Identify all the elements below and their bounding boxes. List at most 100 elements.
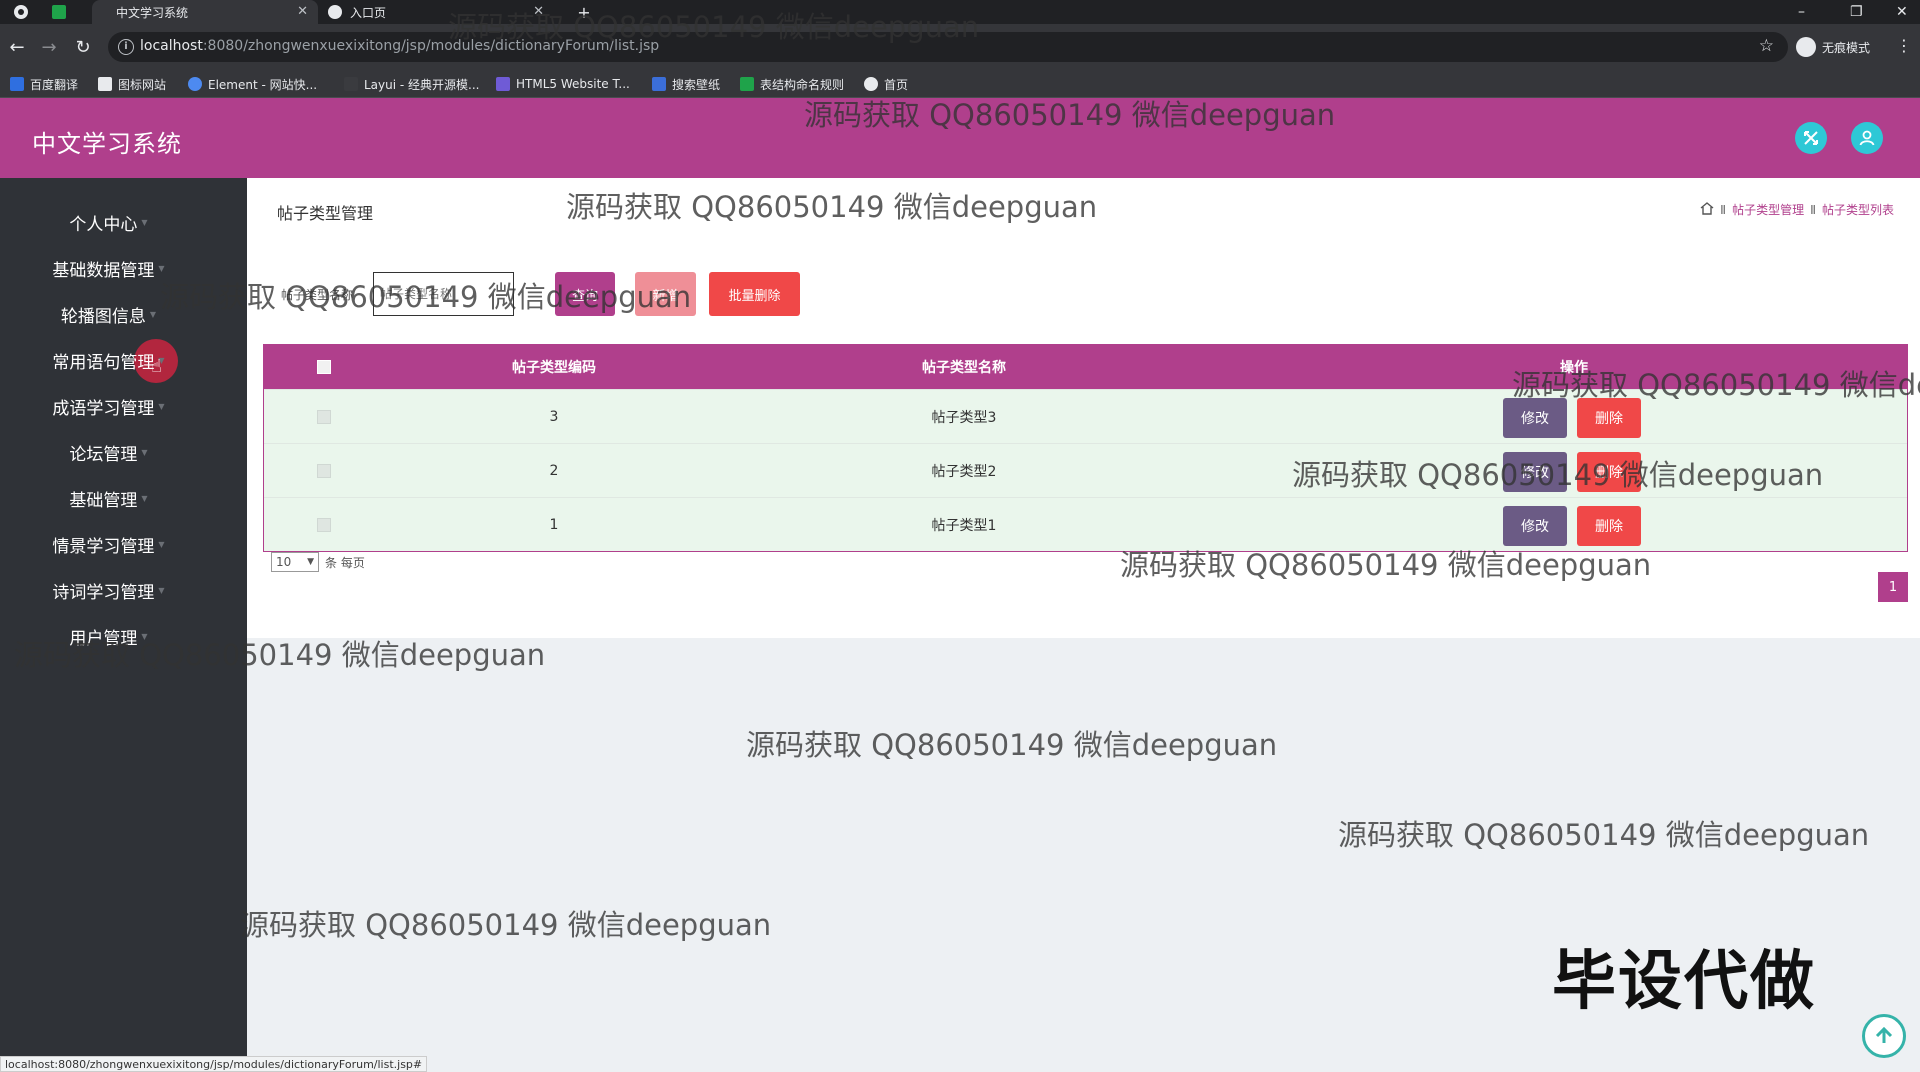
sidebar-item-carousel[interactable]: 轮播图信息 ▼ (0, 294, 217, 334)
table-header: 帖子类型编码 帖子类型名称 操作 (264, 345, 1907, 389)
sidebar-item-basic[interactable]: 基础管理 ▼ (0, 478, 217, 518)
type-name-cell: 帖子类型3 (931, 410, 997, 426)
pinned-tab-icon[interactable] (50, 3, 68, 21)
select-all-checkbox[interactable] (304, 345, 344, 389)
browser-menu-icon[interactable]: ⋮ (1896, 36, 1912, 55)
tab-title: 中文学习系统 (116, 5, 189, 20)
tab-close-icon[interactable]: ✕ (533, 4, 544, 19)
bookmark-star-icon[interactable]: ☆ (1759, 36, 1774, 56)
incognito-label: 无痕模式 (1822, 40, 1871, 55)
sidebar-item-poetry[interactable]: 诗词学习管理 ▼ (0, 570, 217, 610)
folder-icon (98, 77, 112, 91)
type-name-cell: 帖子类型2 (931, 464, 997, 480)
bookmark-item[interactable]: 表结构命名规则 (740, 75, 844, 93)
row-checkbox[interactable] (304, 444, 344, 498)
add-button[interactable]: 新增 (635, 272, 696, 316)
layui-icon (344, 77, 358, 91)
bookmark-item[interactable]: 首页 (864, 75, 908, 93)
type-code-cell: 3 (549, 409, 559, 425)
page-title: 帖子类型管理 (277, 204, 374, 223)
translate-icon (10, 77, 24, 91)
bookmarks-bar: 百度翻译 图标网站 Element - 网站快... Layui - 经典开源模… (0, 70, 1920, 98)
home-icon[interactable] (1700, 201, 1714, 218)
element-icon (188, 77, 202, 91)
bookmark-item[interactable]: 百度翻译 (10, 75, 78, 93)
sidebar-item-idioms[interactable]: 成语学习管理 ▼ (0, 386, 217, 426)
browser-tab-strip: 中文学习系统 ✕ 入口页 ✕ + – ❐ ✕ (0, 0, 1920, 24)
type-code-cell: 1 (549, 517, 559, 533)
html5-icon (496, 77, 510, 91)
sidebar: 个人中心 ▼ 基础数据管理 ▼ 轮播图信息 ▼ 常用语句管理 ▼ ☝ 成语学习管理 ▼ 论… (0, 178, 247, 1072)
per-page-label: 条 每页 (325, 555, 365, 570)
batch-delete-button[interactable]: 批量删除 (709, 272, 800, 316)
data-table: 帖子类型编码 帖子类型名称 操作 3 帖子类型3 修改 删除 2 帖子类型2 修… (263, 344, 1908, 552)
main-content: 帖子类型管理 Ⅱ 帖子类型管理 Ⅱ 帖子类型列表 帖子类型名称 查询 新增 批量… (247, 178, 1920, 638)
column-header: 帖子类型编码 (512, 360, 596, 376)
delete-button[interactable]: 删除 (1577, 398, 1641, 438)
tab-close-icon[interactable]: ✕ (297, 4, 308, 19)
column-header: 帖子类型名称 (922, 360, 1006, 376)
chevron-down-icon: ▼ (307, 557, 314, 567)
table-row: 2 帖子类型2 修改 删除 (264, 443, 1907, 497)
tab-inactive[interactable]: 入口页 ✕ (328, 0, 554, 24)
app-header: 中文学习系统 (0, 98, 1920, 178)
type-name-cell: 帖子类型1 (931, 518, 997, 534)
tab-favicon-icon (328, 5, 342, 19)
search-button[interactable]: 查询 (555, 272, 615, 316)
edit-button[interactable]: 修改 (1503, 398, 1567, 438)
bookmark-item[interactable]: 图标网站 (98, 75, 166, 93)
breadcrumb-item: 帖子类型列表 (1821, 203, 1894, 217)
page-size-select[interactable]: 10 ▼ (271, 552, 319, 572)
edit-button[interactable]: 修改 (1503, 506, 1567, 546)
omnibox[interactable]: i localhost:8080/zhongwenxuexixitong/jsp… (108, 32, 1788, 62)
tab-title: 入口页 (350, 5, 387, 20)
restore-icon[interactable]: ❐ (1850, 0, 1863, 24)
tab-active[interactable]: 中文学习系统 ✕ (92, 0, 318, 24)
back-icon[interactable]: ← (6, 36, 28, 58)
sidebar-item-scenario[interactable]: 情景学习管理 ▼ (0, 524, 217, 564)
table-row: 3 帖子类型3 修改 删除 (264, 389, 1907, 443)
breadcrumb-item[interactable]: 帖子类型管理 (1732, 201, 1804, 218)
bookmark-item[interactable]: Element - 网站快... (188, 75, 317, 93)
search-label: 帖子类型名称 (281, 287, 354, 302)
reload-icon[interactable]: ↻ (72, 36, 94, 58)
browser-logo-icon (12, 3, 30, 21)
sidebar-item-users[interactable]: 用户管理 ▼ (0, 616, 217, 656)
row-checkbox[interactable] (304, 390, 344, 444)
new-tab-button[interactable]: + (572, 0, 596, 24)
search-input[interactable] (373, 272, 514, 316)
fullscreen-toggle-icon[interactable] (1795, 122, 1827, 154)
page-number-button[interactable]: 1 (1878, 572, 1908, 602)
window-close-icon[interactable]: ✕ (1896, 0, 1908, 24)
page-size-control: 10 ▼ 条 每页 (271, 552, 365, 572)
minimize-icon[interactable]: – (1798, 0, 1805, 24)
sidebar-item-phrases[interactable]: 常用语句管理 ▼ (0, 340, 217, 380)
user-avatar-icon[interactable] (1851, 122, 1883, 154)
delete-button[interactable]: 删除 (1577, 506, 1641, 546)
globe-icon (864, 77, 878, 91)
breadcrumb: Ⅱ 帖子类型管理 Ⅱ 帖子类型列表 (1700, 201, 1894, 218)
sidebar-item-base-data[interactable]: 基础数据管理 ▼ (0, 248, 217, 288)
status-bar-url: localhost:8080/zhongwenxuexixitong/jsp/m… (0, 1056, 428, 1072)
column-header: 操作 (1560, 360, 1588, 376)
wallpaper-icon (652, 77, 666, 91)
hand-cursor-icon: ☝ (151, 356, 162, 377)
app-title: 中文学习系统 (32, 130, 182, 158)
sidebar-item-forum[interactable]: 论坛管理 ▼ (0, 432, 217, 472)
row-checkbox[interactable] (304, 498, 344, 552)
address-bar-row: ← → ↻ i localhost:8080/zhongwenxuexixito… (0, 24, 1920, 70)
bookmark-item[interactable]: HTML5 Website T... (496, 75, 630, 93)
promo-stamp: 毕设代做 (1552, 945, 1816, 1019)
site-info-icon[interactable]: i (118, 39, 134, 55)
incognito-indicator[interactable]: 无痕模式 (1796, 34, 1870, 60)
forward-icon[interactable]: → (38, 36, 60, 58)
scroll-to-top-icon[interactable] (1862, 1014, 1906, 1058)
table-row: 1 帖子类型1 修改 删除 (264, 497, 1907, 551)
url-text[interactable]: localhost:8080/zhongwenxuexixitong/jsp/m… (140, 38, 659, 54)
edit-button[interactable]: 修改 (1503, 452, 1567, 492)
sidebar-item-profile[interactable]: 个人中心 ▼ (0, 202, 217, 242)
bookmark-item[interactable]: Layui - 经典开源模... (344, 75, 479, 93)
bookmark-item[interactable]: 搜索壁纸 (652, 75, 720, 93)
sheet-icon (740, 77, 754, 91)
delete-button[interactable]: 删除 (1577, 452, 1641, 492)
